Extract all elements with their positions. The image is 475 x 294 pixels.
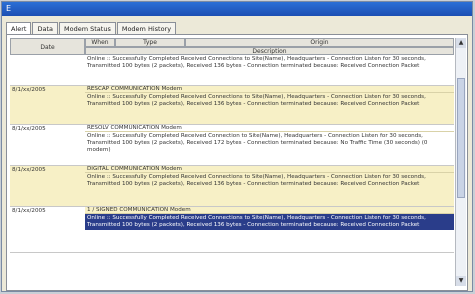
row-summary: DIGITAL COMMUNICATION Modem xyxy=(85,166,454,173)
window-title: E xyxy=(6,4,12,13)
row-summary: 1 / SIGNED COMMUNICATION Modem xyxy=(85,207,454,214)
table-header: Date When Type Origin xyxy=(10,38,454,55)
header-when[interactable]: When xyxy=(85,38,115,47)
title-bar: E xyxy=(2,2,472,16)
row-description-selected: Online :: Successfully Completed Receive… xyxy=(85,214,454,230)
row-date: 8/1/xx/2005 xyxy=(12,208,46,214)
vertical-scrollbar[interactable]: ▲ ▼ xyxy=(455,38,466,286)
row-description: Online :: Successfully Completed Receive… xyxy=(87,133,428,153)
table-row[interactable]: 8/1/xx/2005 RESOLV COMMUNICATION Modem O… xyxy=(10,125,454,165)
scroll-down-arrow-icon[interactable]: ▼ xyxy=(456,276,466,286)
table-subheader: Description xyxy=(85,47,454,55)
tab-strip: Alert Data Modem Status Modem History xyxy=(6,22,177,34)
tab-modem-status[interactable]: Modem Status xyxy=(59,22,116,34)
main-window: E Alert Data Modem Status Modem History … xyxy=(1,1,473,292)
row-date xyxy=(10,55,85,85)
table-row-selected[interactable]: 8/1/xx/2005 1 / SIGNED COMMUNICATION Mod… xyxy=(10,207,454,252)
scroll-thumb[interactable] xyxy=(457,78,465,198)
table-row[interactable]: 8/1/xx/2005 DIGITAL COMMUNICATION Modem … xyxy=(10,166,454,206)
tab-alert[interactable]: Alert xyxy=(6,22,32,34)
row-description: Online :: Successfully Completed Receive… xyxy=(87,56,426,69)
header-date[interactable]: Date xyxy=(10,38,85,55)
scroll-up-arrow-icon[interactable]: ▲ xyxy=(456,38,466,48)
row-date: 8/1/xx/2005 xyxy=(12,167,46,173)
row-date: 8/1/xx/2005 xyxy=(12,126,46,132)
row-divider xyxy=(10,252,454,253)
row-summary: RESOLV COMMUNICATION Modem xyxy=(85,125,454,132)
table-row[interactable]: 8/1/xx/2005 RESCAP COMMUNICATION Modem O… xyxy=(10,86,454,124)
row-description: Online :: Successfully Completed Receive… xyxy=(87,174,426,187)
alerts-panel: Date When Type Origin Description Online… xyxy=(6,34,468,291)
alerts-table: Date When Type Origin Description Online… xyxy=(10,38,454,286)
tab-modem-history[interactable]: Modem History xyxy=(116,22,177,34)
header-type[interactable]: Type xyxy=(115,38,185,47)
table-row[interactable]: Online :: Successfully Completed Receive… xyxy=(10,55,454,85)
tab-data[interactable]: Data xyxy=(32,22,59,34)
header-description[interactable]: Description xyxy=(85,47,454,55)
header-origin[interactable]: Origin xyxy=(185,38,454,47)
row-description: Online :: Successfully Completed Receive… xyxy=(87,94,426,107)
row-summary: RESCAP COMMUNICATION Modem xyxy=(85,86,454,93)
row-date: 8/1/xx/2005 xyxy=(12,87,46,93)
